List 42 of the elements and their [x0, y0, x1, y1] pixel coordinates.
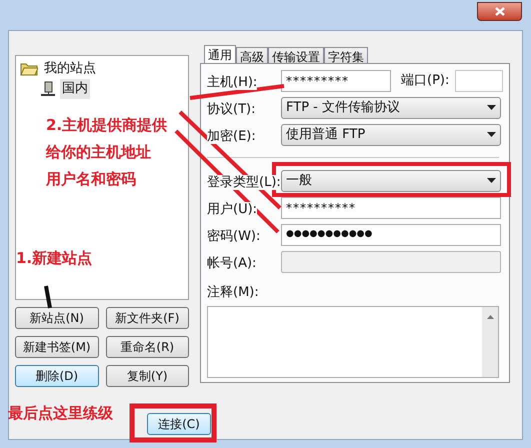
dropdown[interactable]: FTP - 文件传输协议	[281, 96, 501, 118]
notes-label: 注释(M):	[207, 284, 260, 302]
close-button[interactable]	[477, 2, 522, 21]
text-field[interactable]: *********	[281, 70, 391, 92]
close-icon	[494, 7, 504, 16]
annotation-note: 2.主机提供商提供 给你的主机地址 用户名和密码	[46, 115, 168, 190]
notes-field[interactable]	[207, 306, 499, 378]
site-button[interactable]: 删除(D)	[15, 365, 98, 387]
tab[interactable]: 高级	[236, 47, 268, 63]
tree-item[interactable]: 我的站点	[42, 59, 98, 79]
tab[interactable]: 传输设置	[268, 47, 324, 63]
tree-item[interactable]: 国内	[60, 79, 90, 99]
site-button[interactable]: 新站点(N)	[15, 307, 98, 329]
field-label: 帐号(A):	[207, 256, 256, 270]
field-label: 密码(W):	[207, 228, 260, 244]
site-button[interactable]: 复制(Y)	[106, 365, 189, 387]
site-button[interactable]: 新文件夹(F)	[106, 307, 189, 329]
tab[interactable]: 通用	[204, 45, 236, 63]
folder-icon	[20, 62, 38, 76]
field-label: 协议(T):	[207, 102, 256, 116]
annotation-note: 最后点这里练级	[8, 403, 113, 424]
field-label: 加密(E):	[207, 128, 256, 144]
computer-icon	[40, 81, 56, 97]
scroll-up-icon	[486, 314, 494, 318]
site-button[interactable]: 重命名(R)	[106, 336, 189, 358]
field-label: 主机(H):	[207, 74, 258, 90]
connect-button[interactable]: 连接(C)	[147, 413, 211, 435]
scrollbar[interactable]	[482, 306, 498, 377]
site-button[interactable]: 新建书签(M)	[15, 336, 98, 358]
field-label: 登录类型(L):	[207, 174, 281, 190]
tab[interactable]: 字符集	[324, 47, 368, 63]
text-field[interactable]: **********	[281, 196, 501, 218]
caret-icon	[487, 132, 496, 137]
password-field[interactable]: ●●●●●●●●●●●	[281, 224, 501, 246]
dropdown[interactable]: 使用普通 FTP	[281, 124, 501, 146]
port-field[interactable]	[455, 70, 504, 92]
port-label: 端口(P):	[401, 72, 450, 90]
dropdown[interactable]: 一般	[281, 170, 501, 192]
field-label: 用户(U):	[207, 202, 258, 216]
caret-icon	[487, 105, 496, 110]
caret-icon	[487, 178, 496, 183]
annotation-note: 1.新建站点	[16, 248, 92, 269]
